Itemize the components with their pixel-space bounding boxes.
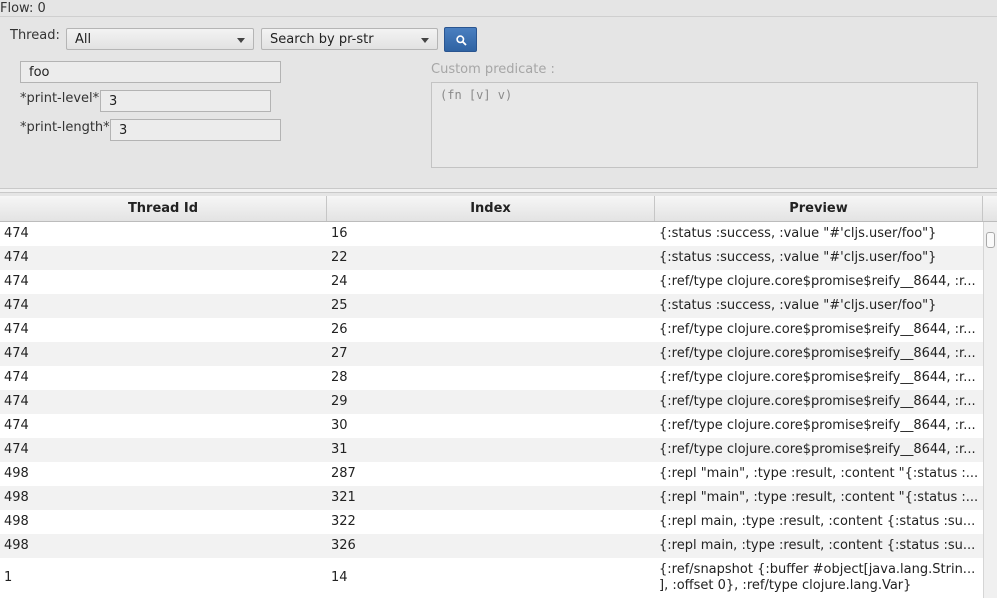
thread-label: Thread: <box>10 28 60 43</box>
scrollbar-thumb[interactable] <box>986 232 995 248</box>
table-row[interactable]: 498 287 {:repl "main", :type :result, :con… <box>0 462 983 486</box>
column-header-preview[interactable]: Preview <box>655 196 983 221</box>
thread-id-cell: 474 <box>4 442 29 457</box>
index-cell: 24 <box>331 274 348 289</box>
index-cell: 16 <box>331 226 348 241</box>
thread-id-cell: 474 <box>4 346 29 361</box>
table-row[interactable]: 474 26 {:ref/type clojure.core$promise$rei… <box>0 318 983 342</box>
search-icon <box>456 35 467 46</box>
table-row[interactable]: 474 25 {:status :success, :value "#'cljs.u… <box>0 294 983 318</box>
preview-cell: {:ref/type clojure.core$promise$reify__8… <box>659 418 976 433</box>
preview-cell: {:repl main, :type :result, :content {:s… <box>659 514 976 529</box>
index-cell: 326 <box>331 538 356 553</box>
index-cell: 30 <box>331 418 348 433</box>
search-mode-select[interactable]: Search by pr-str <box>261 28 438 50</box>
thread-id-cell: 474 <box>4 394 29 409</box>
thread-id-cell: 474 <box>4 298 29 313</box>
print-level-label: *print-level* <box>20 91 100 106</box>
thread-select-value: All <box>75 32 92 47</box>
index-cell: 22 <box>331 250 348 265</box>
column-header-thread-id[interactable]: Thread Id <box>0 196 327 221</box>
index-cell: 28 <box>331 370 348 385</box>
thread-id-cell: 498 <box>4 514 29 529</box>
custom-predicate-label: Custom predicate : <box>431 62 555 77</box>
table-corner <box>983 196 997 222</box>
table-header: Thread Id Index Preview <box>0 196 983 222</box>
preview-cell: {:ref/type clojure.core$promise$reify__8… <box>659 370 976 385</box>
preview-cell: {:ref/snapshot {:buffer #object[java.lan… <box>659 562 976 593</box>
search-mode-value: Search by pr-str <box>270 32 374 47</box>
table-row[interactable]: 474 29 {:ref/type clojure.core$promise$rei… <box>0 390 983 414</box>
search-button[interactable] <box>444 27 477 52</box>
print-length-label: *print-length* <box>20 120 110 135</box>
split-pane-divider[interactable] <box>0 188 997 193</box>
index-cell: 14 <box>331 570 348 585</box>
thread-select[interactable]: All <box>66 28 254 50</box>
chevron-down-icon <box>421 38 429 43</box>
thread-id-cell: 1 <box>4 570 13 585</box>
flow-label: Flow: 0 <box>0 1 46 16</box>
table-row[interactable]: 474 16 {:status :success, :value "#'cljs.u… <box>0 222 983 246</box>
thread-id-cell: 498 <box>4 466 29 481</box>
search-input[interactable]: foo <box>20 61 281 83</box>
thread-id-cell: 474 <box>4 250 29 265</box>
preview-cell: {:ref/type clojure.core$promise$reify__8… <box>659 322 976 337</box>
index-cell: 31 <box>331 442 348 457</box>
preview-cell: {:status :success, :value "#'cljs.user/f… <box>659 226 937 241</box>
table-row[interactable]: 474 24 {:ref/type clojure.core$promise$rei… <box>0 270 983 294</box>
preview-cell: {:repl "main", :type :result, :content "… <box>659 466 979 481</box>
table-row[interactable]: 1 14 {:ref/snapshot {:buffer #object[java.… <box>0 558 983 598</box>
table-row[interactable]: 474 28 {:ref/type clojure.core$promise$rei… <box>0 366 983 390</box>
table-row[interactable]: 474 31 {:ref/type clojure.core$promise$rei… <box>0 438 983 462</box>
chevron-down-icon <box>237 38 245 43</box>
divider <box>0 16 997 17</box>
table-row[interactable]: 498 322 {:repl main, :type :result, :conte… <box>0 510 983 534</box>
thread-id-cell: 474 <box>4 322 29 337</box>
table-row[interactable]: 474 22 {:status :success, :value "#'cljs.u… <box>0 246 983 270</box>
table-row[interactable]: 498 321 {:repl "main", :type :result, :con… <box>0 486 983 510</box>
index-cell: 27 <box>331 346 348 361</box>
thread-id-cell: 474 <box>4 418 29 433</box>
index-cell: 322 <box>331 514 356 529</box>
preview-cell: {:status :success, :value "#'cljs.user/f… <box>659 298 937 313</box>
results-table: Thread Id Index Preview 474 16 {:status :s… <box>0 196 997 598</box>
table-row[interactable]: 474 30 {:ref/type clojure.core$promise$rei… <box>0 414 983 438</box>
preview-cell: {:repl main, :type :result, :content {:s… <box>659 538 976 553</box>
index-cell: 321 <box>331 490 356 505</box>
print-level-field[interactable]: 3 <box>100 90 271 112</box>
thread-id-cell: 498 <box>4 490 29 505</box>
table-row[interactable]: 474 27 {:ref/type clojure.core$promise$rei… <box>0 342 983 366</box>
thread-id-cell: 474 <box>4 274 29 289</box>
index-cell: 26 <box>331 322 348 337</box>
preview-cell: {:repl "main", :type :result, :content "… <box>659 490 979 505</box>
vertical-scrollbar[interactable] <box>983 222 997 598</box>
thread-id-cell: 498 <box>4 538 29 553</box>
preview-cell: {:ref/type clojure.core$promise$reify__8… <box>659 394 976 409</box>
thread-id-cell: 474 <box>4 226 29 241</box>
preview-cell: {:ref/type clojure.core$promise$reify__8… <box>659 442 976 457</box>
custom-predicate-textarea[interactable]: (fn [v] v) <box>431 82 978 168</box>
index-cell: 25 <box>331 298 348 313</box>
thread-id-cell: 474 <box>4 370 29 385</box>
table-row[interactable]: 498 326 {:repl main, :type :result, :conte… <box>0 534 983 558</box>
index-cell: 287 <box>331 466 356 481</box>
index-cell: 29 <box>331 394 348 409</box>
column-header-index[interactable]: Index <box>327 196 655 221</box>
preview-cell: {:ref/type clojure.core$promise$reify__8… <box>659 274 976 289</box>
preview-cell: {:ref/type clojure.core$promise$reify__8… <box>659 346 976 361</box>
preview-cell: {:status :success, :value "#'cljs.user/f… <box>659 250 937 265</box>
print-length-field[interactable]: 3 <box>110 119 281 141</box>
table-body: 474 16 {:status :success, :value "#'cljs.u… <box>0 222 983 598</box>
